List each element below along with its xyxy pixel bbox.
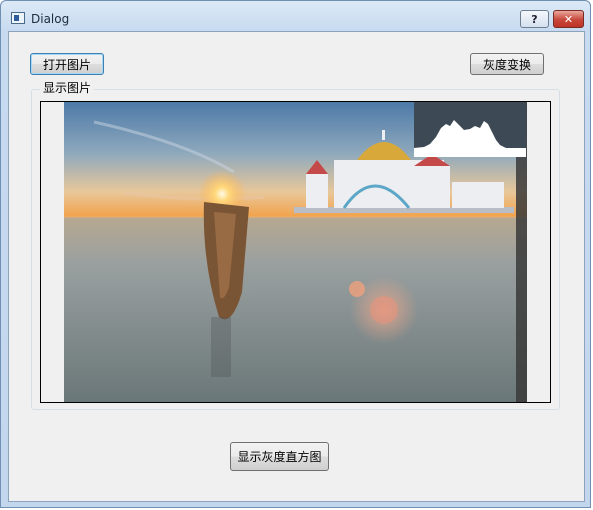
close-button[interactable]: ✕ <box>553 10 584 28</box>
app-icon <box>11 12 25 24</box>
dialog-client-area: 打开图片 灰度变换 显示图片 显示灰度直方图 <box>8 31 585 502</box>
display-image-group-title: 显示图片 <box>40 81 95 95</box>
window-title: Dialog <box>31 12 70 26</box>
title-bar[interactable]: Dialog ? ✕ <box>1 1 590 31</box>
grayscale-transform-button[interactable]: 灰度变换 <box>470 53 544 75</box>
question-mark-icon: ? <box>531 12 538 26</box>
dialog-window: Dialog ? ✕ 打开图片 灰度变换 显示图片 显示灰度直方图 <box>0 0 591 508</box>
grayscale-histogram-thumbnail <box>414 102 526 157</box>
image-display-frame <box>40 101 551 403</box>
help-button[interactable]: ? <box>520 10 549 28</box>
open-image-button[interactable]: 打开图片 <box>30 53 104 75</box>
show-grayscale-histogram-button[interactable]: 显示灰度直方图 <box>230 442 329 471</box>
close-icon: ✕ <box>563 12 574 26</box>
